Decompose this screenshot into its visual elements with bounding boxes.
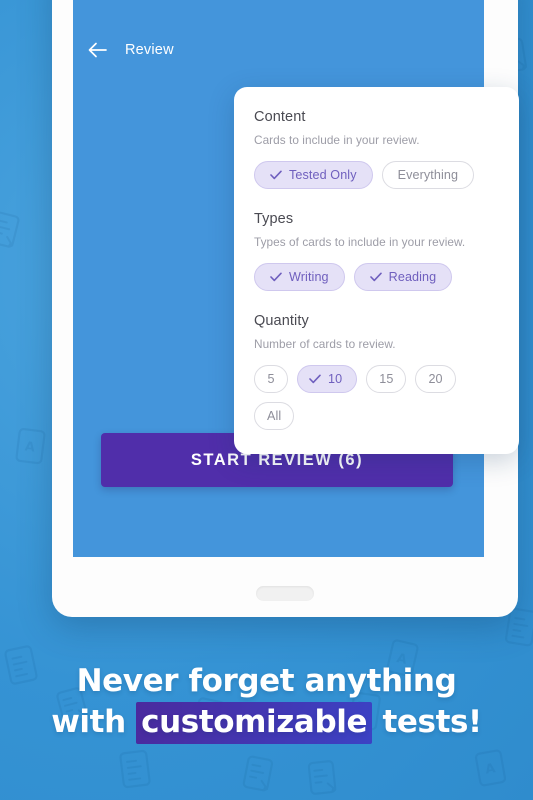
types-option-group: Writing Reading — [254, 263, 499, 291]
section-subtitle-content: Cards to include in your review. — [254, 133, 420, 147]
option-quantity-5[interactable]: 5 — [254, 365, 288, 393]
option-label: 15 — [379, 372, 394, 386]
option-label: Writing — [289, 270, 329, 284]
tagline-line-1: Never forget anything — [76, 663, 457, 699]
tagline-suffix: tests! — [372, 704, 482, 740]
option-label: Reading — [388, 270, 437, 284]
page-title: Review — [125, 42, 174, 58]
option-writing[interactable]: Writing — [254, 263, 345, 291]
section-title-quantity: Quantity — [254, 313, 309, 329]
option-tested-only[interactable]: Tested Only — [254, 161, 373, 189]
promo-tagline: Never forget anything with customizable … — [0, 662, 533, 744]
section-types: Types Types of cards to include in your … — [254, 211, 499, 291]
option-quantity-all[interactable]: All — [254, 402, 295, 430]
option-reading[interactable]: Reading — [353, 263, 453, 291]
option-everything[interactable]: Everything — [381, 161, 475, 189]
section-quantity: Quantity Number of cards to review. 5 10 — [254, 313, 499, 430]
option-quantity-20[interactable]: 20 — [415, 365, 456, 393]
option-label: All — [267, 409, 282, 423]
section-title-types: Types — [254, 211, 294, 227]
section-subtitle-types: Types of cards to include in your review… — [254, 235, 466, 249]
section-content: Content Cards to include in your review.… — [254, 109, 499, 189]
app-header: Review — [73, 28, 174, 72]
content-option-group: Tested Only Everything — [254, 161, 499, 189]
option-quantity-15[interactable]: 15 — [366, 365, 407, 393]
tablet-device-frame: Review Content Cards to include in your … — [52, 0, 519, 617]
tagline-line-2: with customizable tests! — [0, 702, 533, 744]
option-quantity-10[interactable]: 10 — [297, 365, 358, 393]
option-label: 5 — [267, 372, 275, 386]
tagline-prefix: with — [51, 704, 137, 740]
tablet-home-button[interactable] — [256, 586, 314, 601]
back-button[interactable] — [80, 33, 114, 67]
review-settings-card: Content Cards to include in your review.… — [234, 87, 519, 454]
tagline-highlight: customizable — [136, 702, 373, 744]
quantity-option-group: 5 10 15 20 All — [254, 365, 499, 430]
option-label: 10 — [328, 372, 343, 386]
tablet-screen: Review Content Cards to include in your … — [73, 0, 519, 557]
arrow-left-icon — [88, 42, 107, 58]
check-icon — [270, 170, 282, 180]
option-label: 20 — [428, 372, 443, 386]
check-icon — [369, 272, 382, 282]
section-subtitle-quantity: Number of cards to review. — [254, 337, 396, 351]
check-icon — [270, 272, 282, 282]
check-icon — [309, 374, 321, 384]
option-label: Tested Only — [289, 168, 357, 182]
option-label: Everything — [397, 168, 459, 182]
section-title-content: Content — [254, 109, 306, 125]
